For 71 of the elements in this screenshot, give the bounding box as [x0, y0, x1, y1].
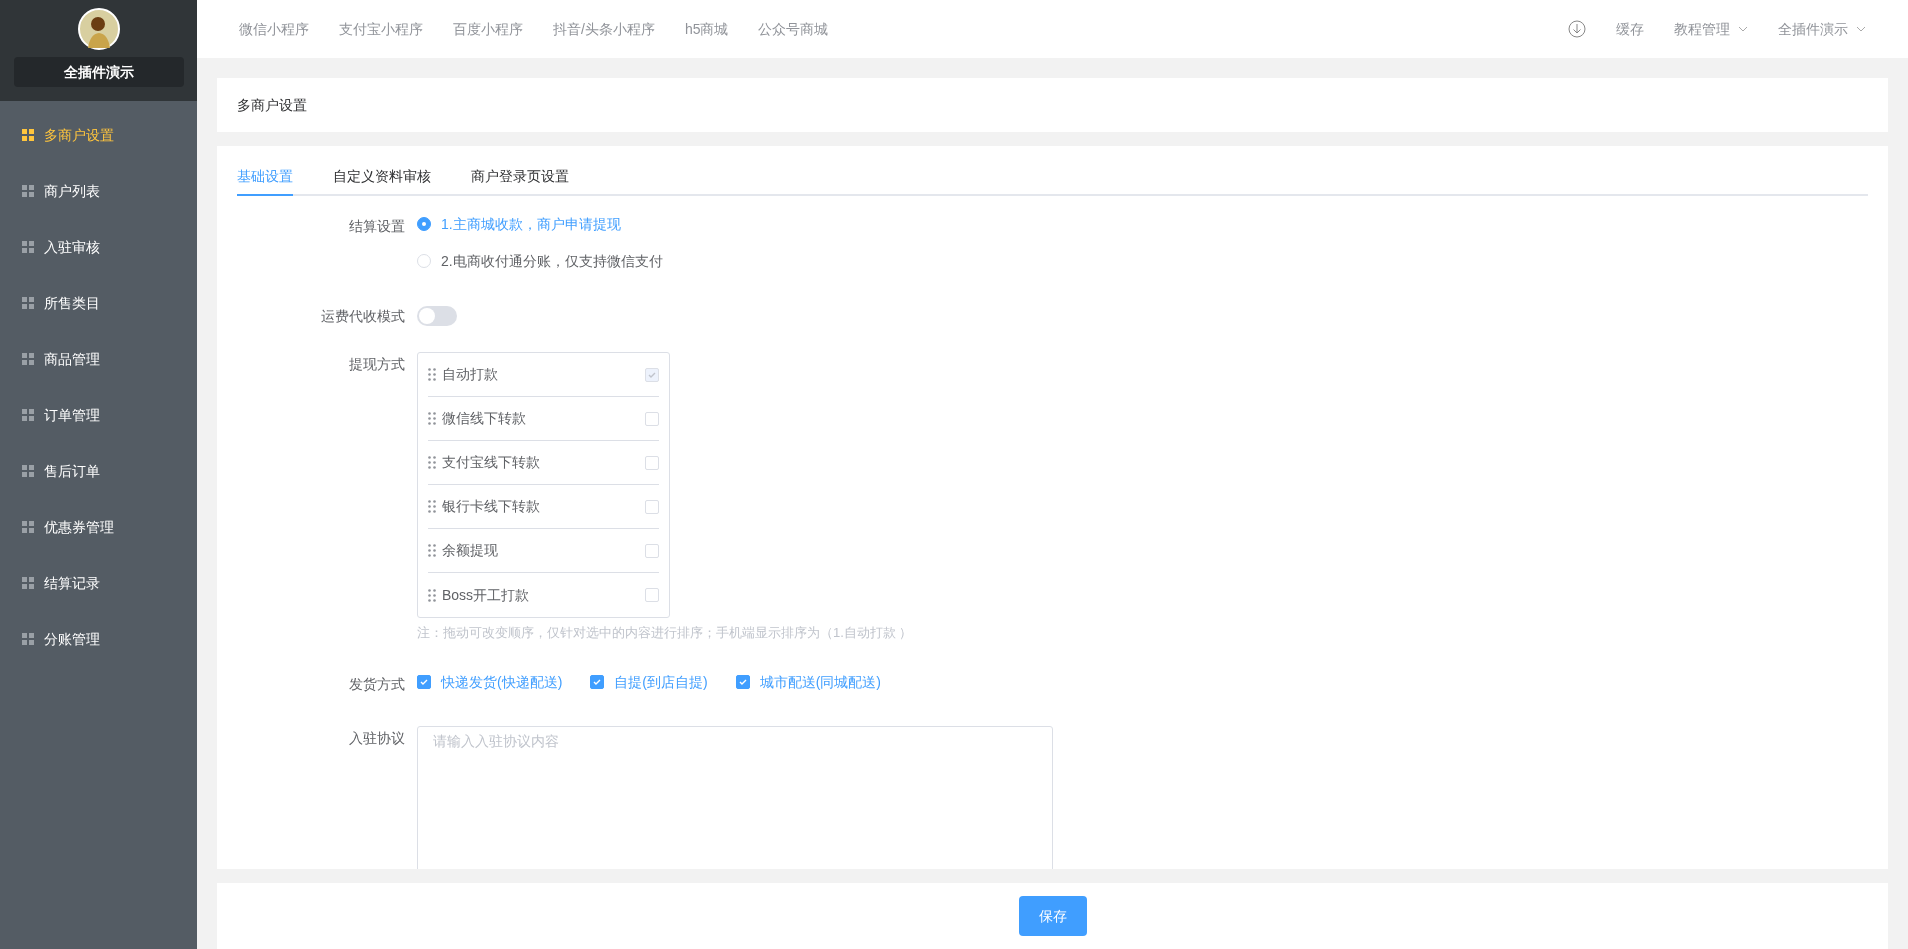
toggle-switch[interactable] — [417, 306, 457, 326]
nav-link[interactable]: h5商城 — [684, 18, 729, 40]
sidebar-item[interactable]: 商户列表 — [0, 163, 197, 219]
grid-icon — [22, 465, 34, 477]
drag-handle-icon[interactable] — [428, 456, 436, 469]
account-name: 全插件演示 — [13, 57, 184, 87]
check-icon — [592, 677, 603, 687]
radio-button[interactable] — [417, 217, 431, 231]
checkbox[interactable] — [417, 675, 431, 689]
grid-icon — [22, 409, 34, 421]
checkbox[interactable] — [590, 675, 605, 689]
sidebar-item[interactable]: 商品管理 — [0, 331, 197, 387]
download-icon[interactable] — [1568, 20, 1586, 38]
check-icon — [737, 677, 748, 687]
checkbox-label: 城市配送(同城配送) — [759, 672, 881, 692]
withdraw-option: 微信线下转款 — [442, 408, 639, 429]
field-label: 提现方式 — [349, 356, 405, 372]
withdraw-option: 银行卡线下转款 — [442, 496, 639, 517]
page-title: 多商户设置 — [237, 95, 307, 115]
agreement-textarea[interactable]: 请输入入驻协议内容 — [417, 726, 1053, 869]
tab[interactable]: 自定义资料审核 — [333, 158, 431, 196]
grid-icon — [22, 297, 34, 309]
withdraw-option: 自动打款 — [442, 364, 639, 385]
nav-link[interactable]: 微信小程序 — [239, 18, 309, 40]
sidebar-item[interactable]: 结算记录 — [0, 555, 197, 611]
grid-icon — [22, 353, 34, 365]
drag-handle-icon[interactable] — [428, 368, 436, 381]
sidebar-item[interactable]: 售后订单 — [0, 443, 197, 499]
drag-handle-icon[interactable] — [428, 500, 436, 513]
field-label: 入驻协议 — [349, 730, 405, 746]
withdraw-option: 支付宝线下转款 — [442, 452, 639, 473]
grid-icon — [22, 577, 34, 589]
nav-link[interactable]: 公众号商城 — [758, 18, 829, 40]
sidebar-item[interactable]: 多商户设置 — [0, 107, 197, 163]
checkbox-label: 快递发货(快递配送) — [441, 672, 563, 692]
sidebar-item[interactable]: 优惠券管理 — [0, 499, 197, 555]
grid-icon — [22, 521, 34, 533]
dropdown-menu[interactable]: 全插件演示 — [1778, 18, 1848, 40]
cache-link[interactable]: 缓存 — [1616, 18, 1644, 40]
chevron-down-icon — [1856, 26, 1866, 32]
tab[interactable]: 基础设置 — [237, 158, 293, 196]
sidebar-item[interactable]: 所售类目 — [0, 275, 197, 331]
save-button[interactable]: 保存 — [1018, 896, 1087, 936]
nav-link[interactable]: 支付宝小程序 — [339, 18, 423, 40]
nav-link[interactable]: 百度小程序 — [453, 18, 523, 40]
drag-handle-icon[interactable] — [428, 588, 436, 602]
withdraw-option: Boss开工打款 — [442, 584, 639, 606]
field-label: 发货方式 — [349, 676, 405, 692]
sidebar-item[interactable]: 分账管理 — [0, 611, 197, 667]
radio-label: 2.电商收付通分账，仅支持微信支付 — [441, 252, 663, 271]
field-label: 结算设置 — [349, 218, 405, 234]
checkbox[interactable] — [735, 675, 750, 689]
withdraw-option: 余额提现 — [442, 540, 639, 561]
sidebar-item[interactable]: 入驻审核 — [0, 219, 197, 275]
nav-link[interactable]: 抖音/头条小程序 — [553, 18, 655, 40]
checkbox-label: 自提(到店自提) — [614, 672, 708, 692]
tab[interactable]: 商户登录页设置 — [471, 158, 569, 196]
grid-icon — [22, 633, 34, 645]
avatar — [77, 8, 120, 50]
radio-label: 1.主商城收款，商户申请提现 — [441, 215, 621, 234]
hint-text: 注：拖动可改变顺序，仅针对选中的内容进行排序；手机端显示排序为（1.自动打款 ） — [417, 624, 914, 642]
drag-handle-icon[interactable] — [428, 412, 436, 425]
grid-icon — [22, 241, 34, 253]
sidebar-item[interactable]: 订单管理 — [0, 387, 197, 443]
drag-handle-icon[interactable] — [428, 544, 436, 557]
chevron-down-icon — [1738, 26, 1748, 32]
grid-icon — [22, 129, 34, 141]
field-label: 运费代收模式 — [321, 308, 405, 324]
check-icon — [419, 677, 429, 687]
grid-icon — [22, 185, 34, 197]
dropdown-menu[interactable]: 教程管理 — [1674, 18, 1730, 40]
